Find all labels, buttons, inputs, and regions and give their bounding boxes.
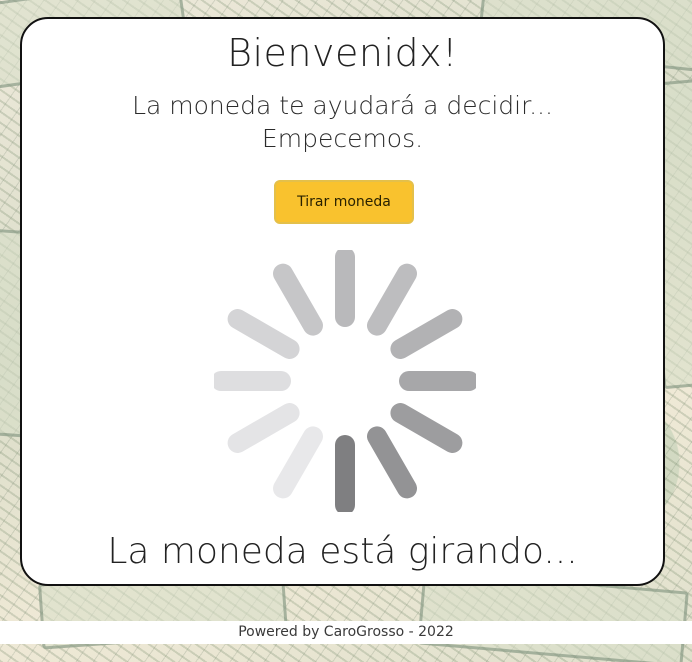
subtitle: La moneda te ayudará a decidir... Empece… [22, 89, 663, 155]
spinner-segment [273, 426, 323, 499]
spinner-segment [227, 403, 300, 453]
subtitle-line-2: Empecemos. [261, 124, 424, 153]
spinner-segment [390, 403, 463, 453]
spinner-segment [227, 309, 300, 359]
flip-coin-button[interactable]: Tirar moneda [274, 180, 414, 224]
footer: Powered by CaroGrosso - 2022 [0, 621, 692, 644]
spinner-segment [390, 309, 463, 359]
page-title: Bienvenidx! [227, 31, 458, 75]
loading-spinner-icon [214, 250, 476, 512]
spinner-segment [367, 263, 417, 336]
main-card: Bienvenidx! La moneda te ayudará a decid… [20, 17, 665, 586]
subtitle-line-1: La moneda te ayudará a decidir... [132, 91, 553, 120]
spinner-segment [273, 263, 323, 336]
status-text: La moneda está girando... [107, 531, 578, 572]
spinner-segment [367, 426, 417, 499]
footer-text: Powered by CaroGrosso - 2022 [238, 624, 454, 640]
